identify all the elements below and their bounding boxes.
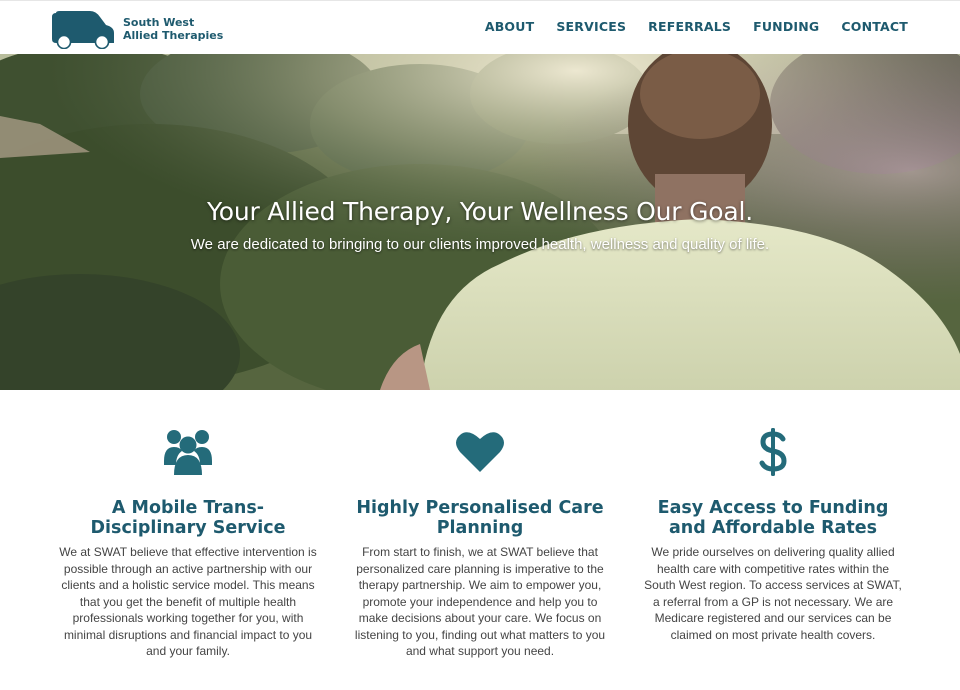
- dollar-icon: [743, 426, 803, 478]
- hero-subtitle: We are dedicated to bringing to our clie…: [190, 236, 770, 253]
- feature-text: We pride ourselves on delivering quality…: [644, 545, 902, 642]
- brand-name: South West Allied Therapies: [123, 16, 223, 42]
- nav-services[interactable]: SERVICES: [556, 19, 626, 34]
- heart-icon: [450, 426, 510, 478]
- nav-contact[interactable]: CONTACT: [841, 19, 908, 34]
- feature-text: We at SWAT believe that effective interv…: [59, 545, 317, 658]
- main-nav: ABOUT SERVICES REFERRALS FUNDING CONTACT: [485, 19, 908, 34]
- feature-text: From start to finish, we at SWAT believe…: [354, 545, 606, 658]
- nav-referrals[interactable]: REFERRALS: [648, 19, 731, 34]
- site-header: South West Allied Therapies ABOUT SERVICE…: [0, 0, 960, 54]
- people-group-icon: [158, 426, 218, 478]
- hero-banner: Your Allied Therapy, Your Wellness Our G…: [0, 54, 960, 390]
- nav-funding[interactable]: FUNDING: [753, 19, 819, 34]
- hero-title: Your Allied Therapy, Your Wellness Our G…: [207, 197, 753, 226]
- feature-title: Easy Access to Funding and Affordable Ra…: [657, 498, 889, 538]
- site-logo[interactable]: South West Allied Therapies: [50, 8, 230, 50]
- feature-title: A Mobile Trans-Disciplinary Service: [90, 498, 286, 538]
- brand-name-line1: South West: [123, 16, 195, 29]
- van-logo-icon: [52, 11, 114, 49]
- nav-about[interactable]: ABOUT: [485, 19, 535, 34]
- features-section: A Mobile Trans-Disciplinary Service We a…: [0, 390, 960, 690]
- feature-title: Highly Personalised Care Planning: [356, 498, 604, 538]
- brand-name-line2: Allied Therapies: [123, 29, 224, 42]
